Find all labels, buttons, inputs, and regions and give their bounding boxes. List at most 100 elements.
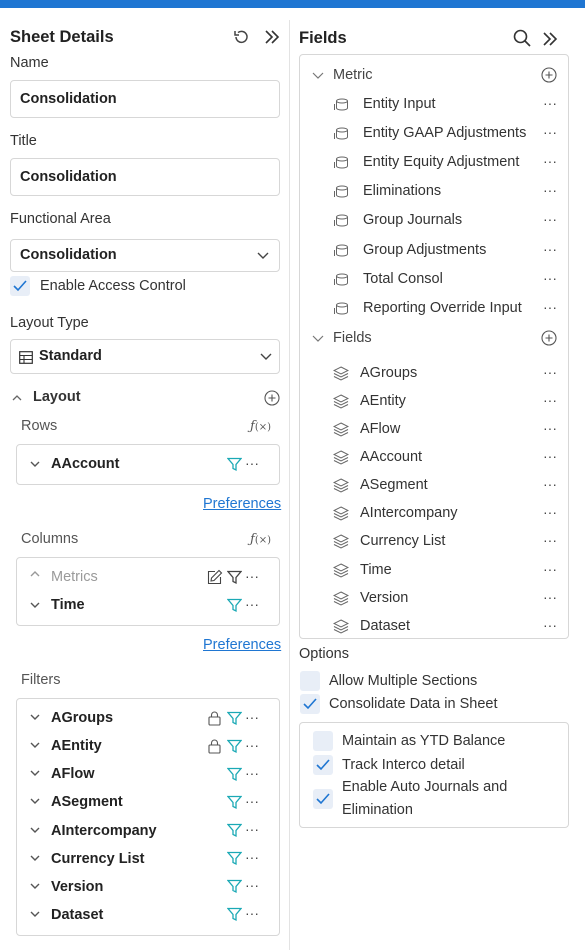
filter-item[interactable]: AFlow ··· xyxy=(17,760,279,788)
consolidate-data-checkbox[interactable] xyxy=(300,694,320,714)
more-icon[interactable]: ··· xyxy=(245,793,259,809)
chevron-down-icon xyxy=(30,827,40,833)
more-icon[interactable]: ··· xyxy=(245,455,259,471)
field-item[interactable]: AFlow ··· xyxy=(300,416,568,444)
more-icon[interactable]: ··· xyxy=(543,241,557,257)
add-circle-icon[interactable] xyxy=(541,67,557,83)
filter-icon[interactable] xyxy=(227,795,242,810)
row-item[interactable]: AAccount ··· xyxy=(17,445,279,484)
metric-item[interactable]: Group Adjustments ··· xyxy=(300,236,568,265)
filter-item[interactable]: AGroups ··· xyxy=(17,704,279,732)
maintain-ytd-checkbox[interactable] xyxy=(313,731,333,751)
more-icon[interactable]: ··· xyxy=(543,182,557,198)
column-item-time[interactable]: Time ··· xyxy=(17,592,279,626)
more-icon[interactable]: ··· xyxy=(543,561,557,577)
field-item[interactable]: Dataset ··· xyxy=(300,613,568,641)
reset-icon[interactable] xyxy=(232,28,250,46)
filter-icon[interactable] xyxy=(227,739,242,754)
field-item[interactable]: AGroups ··· xyxy=(300,360,568,388)
add-circle-icon[interactable] xyxy=(541,330,557,346)
lock-icon[interactable] xyxy=(208,739,221,754)
formula-icon[interactable]: ƒ(×) xyxy=(250,532,271,547)
add-circle-icon[interactable] xyxy=(264,390,280,406)
filter-icon[interactable] xyxy=(227,711,242,726)
field-item[interactable]: AAccount ··· xyxy=(300,444,568,472)
collapse-panel-icon[interactable] xyxy=(541,30,559,48)
metric-item[interactable]: Entity Input ··· xyxy=(300,90,568,119)
name-input[interactable]: Consolidation xyxy=(10,80,280,118)
filter-icon[interactable] xyxy=(227,907,242,922)
more-icon[interactable]: ··· xyxy=(543,617,557,633)
search-icon[interactable] xyxy=(513,29,531,47)
columns-preferences-link[interactable]: Preferences xyxy=(203,637,281,653)
more-icon[interactable]: ··· xyxy=(543,392,557,408)
more-icon[interactable]: ··· xyxy=(543,299,557,315)
filter-item[interactable]: Currency List ··· xyxy=(17,844,279,872)
edit-icon[interactable] xyxy=(207,569,223,585)
more-icon[interactable]: ··· xyxy=(543,420,557,436)
more-icon[interactable]: ··· xyxy=(245,821,259,837)
filter-item[interactable]: Version ··· xyxy=(17,872,279,900)
more-icon[interactable]: ··· xyxy=(245,737,259,753)
field-item[interactable]: Currency List ··· xyxy=(300,528,568,556)
more-icon[interactable]: ··· xyxy=(543,124,557,140)
field-item[interactable]: AIntercompany ··· xyxy=(300,500,568,528)
field-item[interactable]: Time ··· xyxy=(300,557,568,585)
field-item[interactable]: ASegment ··· xyxy=(300,472,568,500)
metric-item[interactable]: Reporting Override Input ··· xyxy=(300,294,568,323)
more-icon[interactable]: ··· xyxy=(245,905,259,921)
more-icon[interactable]: ··· xyxy=(543,504,557,520)
filter-item[interactable]: ASegment ··· xyxy=(17,788,279,816)
metric-item[interactable]: Entity GAAP Adjustments ··· xyxy=(300,119,568,148)
metric-item[interactable]: Entity Equity Adjustment ··· xyxy=(300,148,568,177)
enable-auto-journals-label-line2: Elimination xyxy=(342,802,413,818)
filter-icon[interactable] xyxy=(227,851,242,866)
metric-item[interactable]: Eliminations ··· xyxy=(300,177,568,206)
field-item[interactable]: AEntity ··· xyxy=(300,388,568,416)
title-input[interactable]: Consolidation xyxy=(10,158,280,196)
more-icon[interactable]: ··· xyxy=(245,849,259,865)
more-icon[interactable]: ··· xyxy=(245,709,259,725)
fields-group-label: Fields xyxy=(333,330,372,346)
filter-item[interactable]: AIntercompany ··· xyxy=(17,816,279,844)
more-icon[interactable]: ··· xyxy=(543,270,557,286)
chevron-down-icon[interactable] xyxy=(312,72,324,80)
filter-item[interactable]: AEntity ··· xyxy=(17,732,279,760)
lock-icon[interactable] xyxy=(208,711,221,726)
more-icon[interactable]: ··· xyxy=(245,877,259,893)
filter-item[interactable]: Dataset ··· xyxy=(17,900,279,928)
more-icon[interactable]: ··· xyxy=(543,532,557,548)
field-item[interactable]: Version ··· xyxy=(300,585,568,613)
filter-icon[interactable] xyxy=(227,767,242,782)
more-icon[interactable]: ··· xyxy=(543,448,557,464)
metric-item[interactable]: Group Journals ··· xyxy=(300,206,568,235)
more-icon[interactable]: ··· xyxy=(245,568,259,584)
more-icon[interactable]: ··· xyxy=(543,476,557,492)
chevron-down-icon[interactable] xyxy=(312,335,324,343)
filter-icon[interactable] xyxy=(227,598,242,613)
metric-item[interactable]: Total Consol ··· xyxy=(300,265,568,294)
chevron-up-icon[interactable] xyxy=(12,394,22,402)
filter-icon[interactable] xyxy=(227,879,242,894)
filter-icon[interactable] xyxy=(227,457,242,472)
filter-icon[interactable] xyxy=(227,570,242,585)
formula-icon[interactable]: ƒ(×) xyxy=(250,419,271,434)
track-interco-checkbox[interactable] xyxy=(313,755,333,775)
enable-auto-journals-checkbox[interactable] xyxy=(313,789,333,809)
more-icon[interactable]: ··· xyxy=(543,211,557,227)
more-icon[interactable]: ··· xyxy=(245,596,259,612)
more-icon[interactable]: ··· xyxy=(543,589,557,605)
layout-type-select[interactable]: Standard xyxy=(10,339,280,374)
enable-access-control-checkbox[interactable] xyxy=(10,276,30,296)
collapse-panel-icon[interactable] xyxy=(263,28,281,46)
more-icon[interactable]: ··· xyxy=(543,364,557,380)
functional-area-select[interactable]: Consolidation xyxy=(10,239,280,272)
allow-multiple-sections-checkbox[interactable] xyxy=(300,671,320,691)
more-icon[interactable]: ··· xyxy=(245,765,259,781)
rows-preferences-link[interactable]: Preferences xyxy=(203,496,281,512)
column-item-metrics[interactable]: Metrics ··· xyxy=(17,558,279,592)
more-icon[interactable]: ··· xyxy=(543,95,557,111)
filter-icon[interactable] xyxy=(227,823,242,838)
more-icon[interactable]: ··· xyxy=(543,153,557,169)
field-item-label: AFlow xyxy=(360,421,401,437)
